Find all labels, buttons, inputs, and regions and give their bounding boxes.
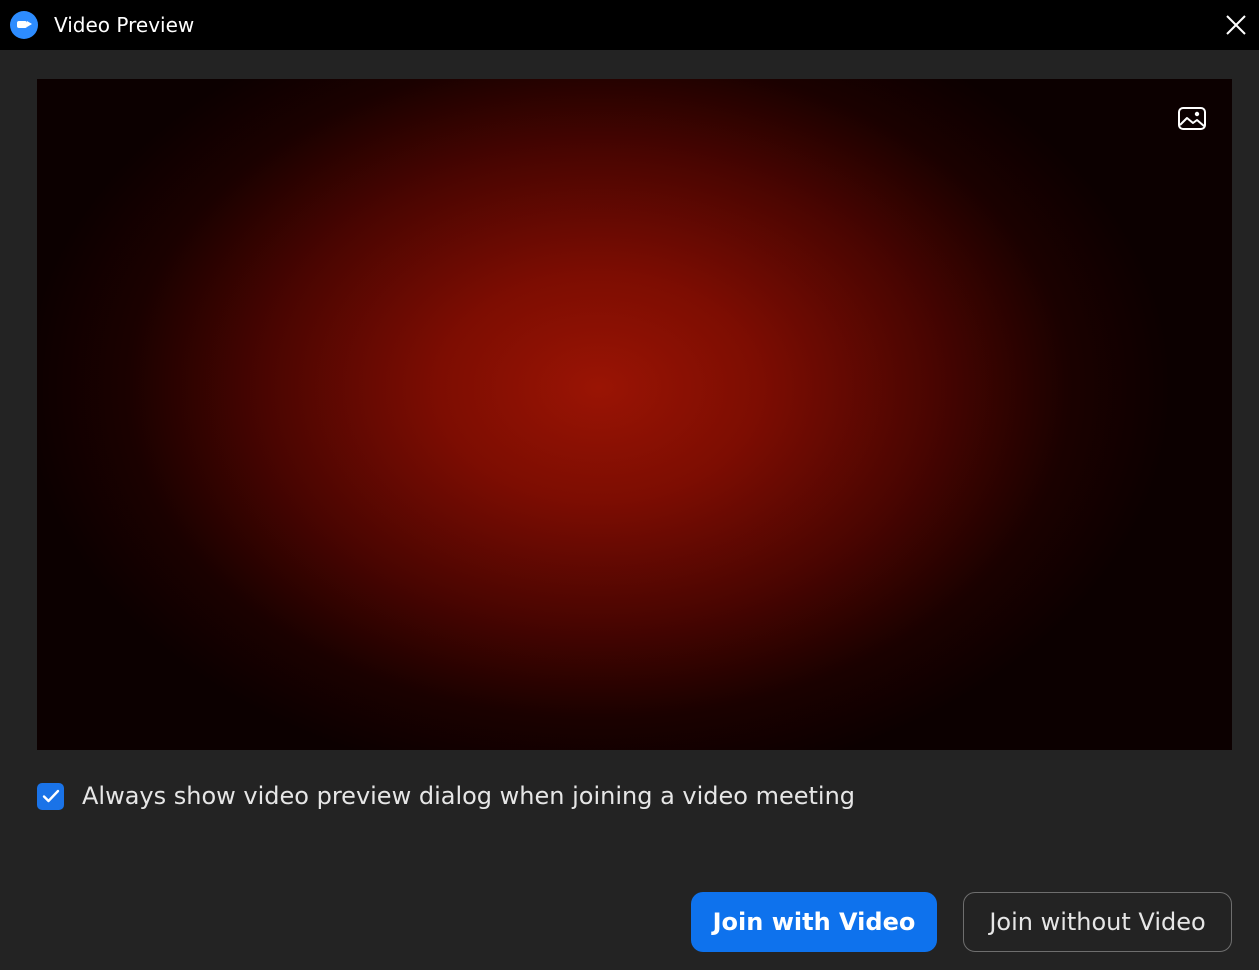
join-with-video-button[interactable]: Join with Video [691,892,937,952]
always-show-preview-option[interactable]: Always show video preview dialog when jo… [37,780,855,812]
close-button[interactable] [1219,8,1253,42]
title-bar: Video Preview [0,0,1259,50]
close-icon [1226,15,1246,35]
join-without-video-button[interactable]: Join without Video [963,892,1232,952]
video-preview-area [37,79,1232,750]
zoom-logo-icon [10,11,38,39]
always-show-preview-checkbox[interactable] [37,782,64,810]
window-title: Video Preview [54,13,195,37]
video-preview-dialog: Video Preview Always show video preview … [0,0,1259,970]
checkmark-icon [42,789,59,803]
always-show-preview-label: Always show video preview dialog when jo… [82,782,856,810]
image-background-icon[interactable] [1176,105,1208,133]
